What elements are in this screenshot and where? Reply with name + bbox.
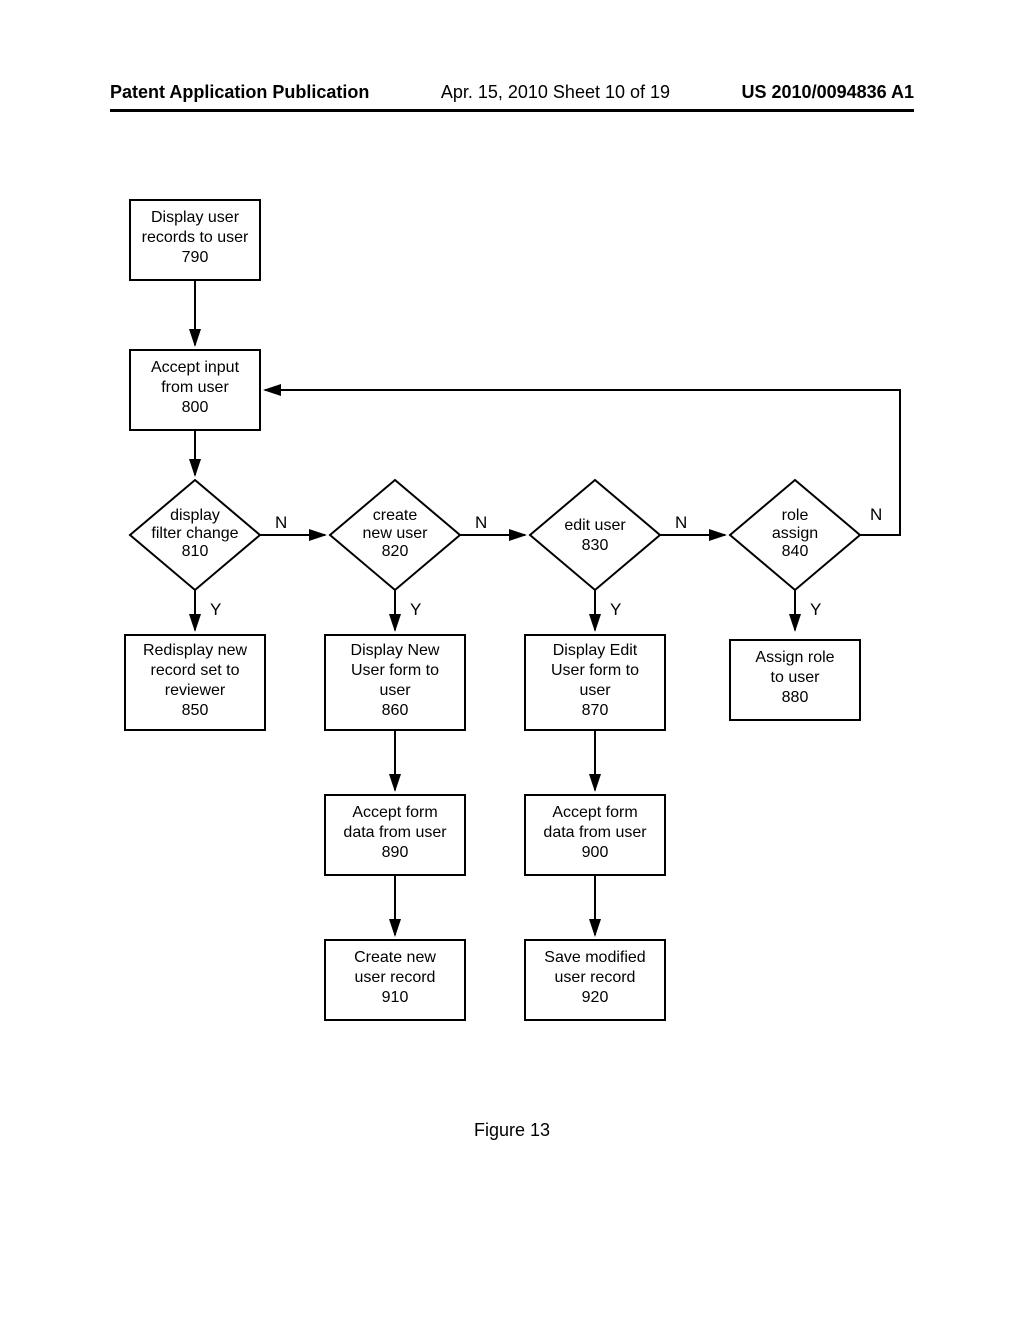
label-y-840: Y	[810, 600, 821, 619]
node-850-l4: 850	[182, 702, 209, 719]
node-850-l1: Redisplay new	[143, 642, 248, 659]
decision-810-l3: 810	[182, 543, 209, 560]
node-860-l1: Display New	[351, 642, 440, 659]
node-920-l2: user record	[555, 969, 636, 986]
node-870-l2: User form to	[551, 662, 639, 679]
node-880-l3: 880	[782, 689, 809, 706]
decision-840-l1: role	[782, 507, 809, 524]
node-890-l2: data from user	[343, 824, 447, 841]
node-890-l3: 890	[382, 844, 409, 861]
decision-840-l2: assign	[772, 525, 818, 542]
decision-820-l1: create	[373, 507, 418, 524]
node-880-l2: to user	[771, 669, 821, 686]
decision-840-l3: 840	[782, 543, 809, 560]
node-790-l3: 790	[182, 249, 209, 266]
header-mid: Apr. 15, 2010 Sheet 10 of 19	[441, 82, 670, 103]
node-850-l2: record set to	[151, 662, 240, 679]
header-left: Patent Application Publication	[110, 82, 369, 103]
label-n-820: N	[475, 513, 487, 532]
label-n-810: N	[275, 513, 287, 532]
node-910-l3: 910	[382, 989, 409, 1006]
decision-820-l3: 820	[382, 543, 409, 560]
node-860-l2: User form to	[351, 662, 439, 679]
node-920-l3: 920	[582, 989, 609, 1006]
decision-830-l2: 830	[582, 537, 609, 554]
node-860-l3: user	[379, 682, 411, 699]
node-870-l4: 870	[582, 702, 609, 719]
flowchart: Display user records to user 790 Accept …	[0, 140, 1024, 1140]
label-y-810: Y	[210, 600, 221, 619]
node-880-l1: Assign role	[755, 649, 834, 666]
node-900-l1: Accept form	[552, 804, 637, 821]
node-910-l1: Create new	[354, 949, 436, 966]
node-870-l1: Display Edit	[553, 642, 638, 659]
node-800-l1: Accept input	[151, 359, 240, 376]
decision-830	[530, 480, 660, 590]
decision-830-l1: edit user	[564, 517, 626, 534]
label-y-830: Y	[610, 600, 621, 619]
node-850-l3: reviewer	[165, 682, 226, 699]
node-790-l1: Display user	[151, 209, 240, 226]
node-870-l3: user	[579, 682, 611, 699]
header-right: US 2010/0094836 A1	[742, 82, 914, 103]
node-790-l2: records to user	[142, 229, 249, 246]
label-n-830: N	[675, 513, 687, 532]
label-n-840: N	[870, 505, 882, 524]
node-800-l3: 800	[182, 399, 209, 416]
decision-810-l2: filter change	[151, 525, 238, 542]
node-900-l2: data from user	[543, 824, 647, 841]
decision-820-l2: new user	[363, 525, 429, 542]
decision-810-l1: display	[170, 507, 220, 524]
node-890-l1: Accept form	[352, 804, 437, 821]
label-y-820: Y	[410, 600, 421, 619]
figure-caption: Figure 13	[0, 1120, 1024, 1141]
node-800-l2: from user	[161, 379, 229, 396]
node-860-l4: 860	[382, 702, 409, 719]
node-920-l1: Save modified	[544, 949, 645, 966]
node-900-l3: 900	[582, 844, 609, 861]
node-910-l2: user record	[355, 969, 436, 986]
